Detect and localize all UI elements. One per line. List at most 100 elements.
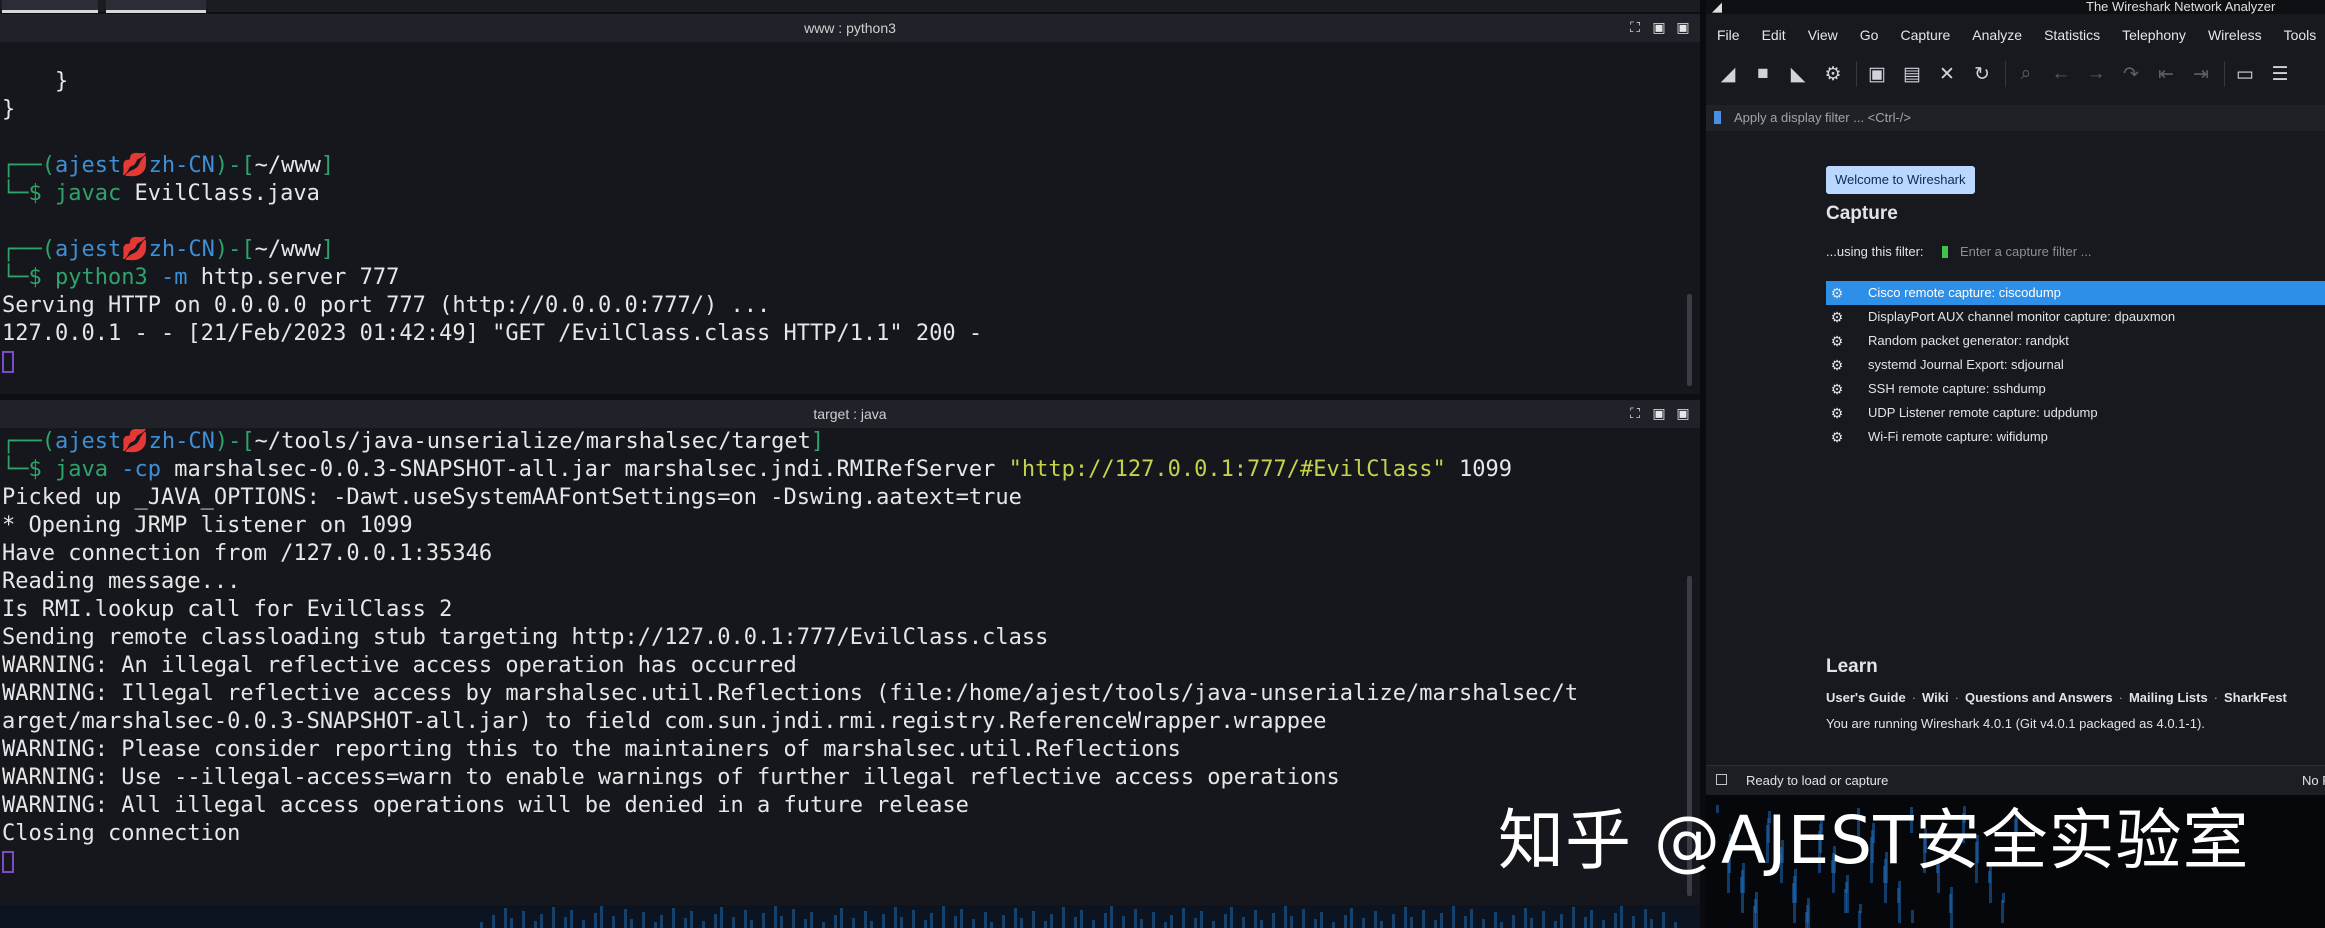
learn-link[interactable]: Mailing Lists [2129,690,2208,705]
terminal-tab-bar [0,0,1700,13]
learn-link[interactable]: User's Guide [1826,690,1906,705]
maximize-icon[interactable]: ⛶ [1628,20,1642,34]
wallpaper-stripe [1512,915,1515,928]
menu-go[interactable]: Go [1849,22,1890,48]
terminal-tab-2[interactable] [106,0,206,13]
autoscroll-icon[interactable]: ▭ [2233,62,2257,86]
find-packet-icon[interactable]: ⌕ [2014,62,2038,86]
filter-bookmark-icon[interactable] [1942,246,1948,258]
expert-info-icon[interactable] [1716,774,1727,785]
terminal-text: WARNING: Illegal reflective access by ma… [2,681,1579,706]
wallpaper-stripe [1092,920,1095,928]
menu-statistics[interactable]: Statistics [2033,22,2111,48]
reload-file-icon[interactable]: ↻ [1970,62,1994,86]
wallpaper-stripe [1464,916,1467,928]
link-separator: · [2118,690,2123,705]
open-file-icon[interactable]: ▣ [1865,62,1889,86]
interface-item[interactable]: ⚙ SSH remote capture: sshdump [1826,377,2325,401]
wallpaper-stripe [810,912,813,928]
terminal-pane-top[interactable]: }} ┌──(ajest💋zh-CN)-[~/www] └─$ javac Evil… [0,42,1700,394]
close-file-icon[interactable]: ✕ [1935,62,1959,86]
extcap-gear-icon[interactable]: ⚙ [1830,382,1844,396]
extcap-gear-icon[interactable]: ⚙ [1830,406,1844,420]
interface-item[interactable]: ⚙ UDP Listener remote capture: udpdump [1826,401,2325,425]
wireshark-window: ◢ The Wireshark Network Analyzer File Edi… [1706,0,2325,795]
last-packet-icon[interactable]: ⇥ [2189,62,2213,86]
extcap-gear-icon[interactable]: ⚙ [1830,286,1844,300]
interface-item[interactable]: ⚙ Wi-Fi remote capture: wifidump [1826,425,2325,449]
terminal-text: ~/www [254,153,321,178]
maximize-icon[interactable]: ⛶ [1628,406,1642,420]
extcap-gear-icon[interactable]: ⚙ [1830,358,1844,372]
terminal-text: )-[ [214,153,255,178]
wallpaper-stripe [894,907,897,928]
terminal-cursor-line [0,848,1700,876]
bookmark-icon[interactable] [1714,111,1721,124]
scrollbar[interactable] [1687,294,1692,386]
wallpaper-stripe [564,917,567,928]
stop-capture-icon[interactable]: ■ [1751,62,1775,86]
extcap-gear-icon[interactable]: ⚙ [1830,310,1844,324]
learn-link[interactable]: Questions and Answers [1965,690,2113,705]
go-back-icon[interactable]: ← [2049,62,2073,86]
extcap-gear-icon[interactable]: ⚙ [1830,334,1844,348]
terminal-line: Sending remote classloading stub targeti… [0,624,1700,652]
save-file-icon[interactable]: ▤ [1900,62,1924,86]
watermark: 知乎 @AJEST安全实验室 [1498,802,2250,879]
go-to-packet-icon[interactable]: ↷ [2119,62,2143,86]
learn-link[interactable]: SharkFest [2224,690,2287,705]
wallpaper-stripe [1632,916,1635,928]
wallpaper-stripe [762,913,765,928]
welcome-button[interactable]: Welcome to Wireshark [1826,166,1975,194]
wallpaper-stripe [774,906,777,928]
colorize-icon[interactable]: ☰ [2268,62,2292,86]
float-icon[interactable]: ▣ [1652,20,1666,34]
wallpaper-stripe [1362,918,1365,928]
float-icon[interactable]: ▣ [1652,406,1666,420]
wallpaper-stripe [1500,922,1503,928]
wallpaper-stripe [954,916,957,928]
menu-analyze[interactable]: Analyze [1961,22,2033,48]
menu-wireless[interactable]: Wireless [2197,22,2273,48]
start-capture-icon[interactable]: ◢ [1716,62,1740,86]
extcap-gear-icon[interactable]: ⚙ [1830,430,1844,444]
wallpaper-stripe [660,915,663,928]
terminal-text: WARNING: An illegal reflective access op… [2,653,797,678]
terminal-text: )-[ [214,429,255,454]
wallpaper-stripe [1844,889,1847,913]
menu-capture[interactable]: Capture [1889,22,1961,48]
menu-view[interactable]: View [1797,22,1849,48]
status-packets: No Packets [2302,773,2325,788]
terminal-pane-bottom[interactable]: ┌──(ajest💋zh-CN)-[~/tools/java-unseriali… [0,428,1700,905]
terminal-text: Sending remote classloading stub targeti… [2,625,1049,650]
terminal-text: ┌──( [2,237,55,262]
display-filter-input[interactable]: Apply a display filter ... <Ctrl-/> [1734,105,1911,131]
wallpaper-stripe [1302,909,1305,928]
capture-filter-input[interactable]: Enter a capture filter ... [1960,244,2092,259]
interface-item[interactable]: ⚙ Cisco remote capture: ciscodump [1826,281,2325,305]
menu-telephony[interactable]: Telephony [2111,22,2197,48]
wallpaper-stripe [1440,913,1443,928]
interface-item[interactable]: ⚙ DisplayPort AUX channel monitor capture… [1826,305,2325,329]
wallpaper-stripe [900,917,903,928]
menu-tools[interactable]: Tools [2273,22,2325,48]
interface-item[interactable]: ⚙ systemd Journal Export: sdjournal [1826,353,2325,377]
capture-options-icon[interactable]: ⚙ [1821,62,1845,86]
learn-link[interactable]: Wiki [1922,690,1949,705]
first-packet-icon[interactable]: ⇤ [2154,62,2178,86]
wallpaper-stripe [1254,910,1257,928]
close-icon[interactable]: ▣ [1676,20,1690,34]
menu-edit[interactable]: Edit [1751,22,1797,48]
wallpaper-stripe [534,921,537,928]
menu-file[interactable]: File [1706,22,1751,48]
terminal-tab-1[interactable] [2,0,98,13]
wallpaper-stripe [1224,914,1227,928]
close-icon[interactable]: ▣ [1676,406,1690,420]
go-forward-icon[interactable]: → [2084,62,2108,86]
terminal-line: WARNING: Please consider reporting this … [0,736,1700,764]
interface-item[interactable]: ⚙ Random packet generator: randpkt [1826,329,2325,353]
restart-capture-icon[interactable]: ◣ [1786,62,1810,86]
wallpaper-stripe [720,907,723,928]
display-filter-bar[interactable]: Apply a display filter ... <Ctrl-/> [1706,105,2325,131]
